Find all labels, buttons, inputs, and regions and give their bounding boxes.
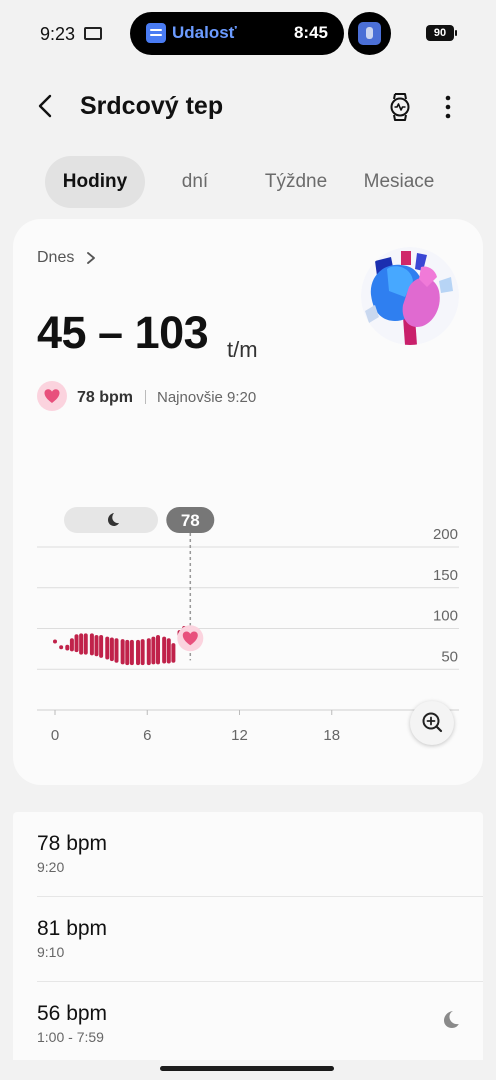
moon-icon	[444, 1011, 459, 1028]
heart-rate-unit: t/m	[227, 337, 258, 362]
heart-rate-range: 45 – 103	[37, 307, 209, 358]
tab-weeks[interactable]: Týždne	[250, 156, 342, 208]
divider	[145, 390, 146, 404]
home-indicator[interactable]	[160, 1066, 334, 1071]
x-tick-label: 18	[323, 727, 340, 744]
chevron-right-icon[interactable]	[85, 251, 97, 265]
chart-bar	[129, 639, 134, 666]
ticket-icon	[84, 27, 102, 40]
chart-bar	[120, 639, 125, 665]
zoom-button[interactable]	[410, 701, 454, 745]
latest-time: Najnovšie 9:20	[157, 389, 257, 406]
island-event-time: 8:45	[293, 23, 328, 42]
chart-bar	[140, 639, 145, 666]
watch-icon[interactable]	[386, 92, 414, 122]
chart-bar	[146, 638, 151, 666]
x-tick-label: 6	[143, 727, 151, 744]
heart-illustration	[361, 247, 459, 345]
chart-bar	[74, 634, 79, 653]
chart-bar	[65, 644, 70, 651]
latest-bpm: 78 bpm	[77, 389, 134, 406]
x-tick-label: 12	[231, 727, 248, 744]
tab-months[interactable]: Mesiace	[350, 156, 448, 208]
more-vertical-icon[interactable]	[436, 92, 460, 122]
list-item-bpm: 56 bpm	[37, 1002, 108, 1025]
y-tick-label: 50	[441, 648, 458, 665]
list-item[interactable]: 78 bpm 9:20	[13, 812, 483, 897]
period-tabs: Hodiny dní Týždne Mesiace	[0, 156, 496, 208]
calendar-icon	[146, 23, 166, 43]
chart-bar	[69, 638, 74, 652]
heart-icon	[37, 381, 67, 411]
chart-bar	[136, 639, 141, 666]
heart-rate-summary-card: Dnes 45 – 103 t/m 78 bpm Najnovšie 9:20 …	[13, 219, 483, 785]
y-tick-label: 100	[433, 608, 458, 625]
tab-hours[interactable]: Hodiny	[45, 156, 145, 208]
list-item-time: 9:10	[37, 944, 65, 960]
chart-bar	[114, 638, 119, 663]
list-item-time: 1:00 - 7:59	[37, 1029, 104, 1045]
chart-bar	[94, 635, 99, 657]
tab-days[interactable]: dní	[150, 156, 240, 208]
chart-bar	[83, 633, 88, 655]
app-header: Srdcový tep	[0, 80, 496, 136]
chart-bar	[105, 636, 110, 660]
x-tick-label: 0	[51, 727, 59, 744]
recorder-icon	[358, 22, 381, 45]
chart-bar	[79, 633, 84, 655]
chart-bar	[53, 639, 57, 644]
chart-bar	[125, 639, 130, 666]
period-selector[interactable]: Dnes	[37, 249, 74, 267]
page-title: Srdcový tep	[80, 92, 224, 120]
status-time: 9:23	[40, 24, 76, 44]
y-tick-label: 150	[433, 567, 458, 584]
list-item[interactable]: 56 bpm 1:00 - 7:59	[13, 982, 483, 1067]
chart-bar	[99, 635, 104, 658]
chart-bar	[59, 645, 64, 650]
dynamic-island-event[interactable]: Udalosť 8:45	[130, 12, 344, 55]
heart-rate-list: 78 bpm 9:20 81 bpm 9:10 56 bpm 1:00 - 7:…	[13, 812, 483, 1060]
list-item-time: 9:20	[37, 859, 65, 875]
chart-bar	[89, 633, 94, 656]
zoom-in-icon	[422, 712, 443, 733]
y-tick-label: 200	[433, 526, 458, 543]
island-event-label: Udalosť	[172, 23, 237, 42]
chart-bar	[109, 637, 114, 662]
chart-bar	[151, 636, 156, 665]
chart-bar	[162, 636, 167, 664]
list-item-bpm: 81 bpm	[37, 917, 108, 940]
chart-bar	[171, 643, 176, 663]
chevron-left-icon[interactable]	[32, 92, 60, 120]
dynamic-island-media[interactable]	[348, 12, 391, 55]
battery-indicator: 90	[426, 25, 457, 41]
list-item[interactable]: 81 bpm 9:10	[13, 897, 483, 982]
selected-value-label: 78	[181, 511, 200, 530]
list-item-bpm: 78 bpm	[37, 832, 108, 855]
chart-bar	[166, 638, 171, 664]
chart-bar	[156, 635, 161, 665]
status-bar: 9:23 Udalosť 8:45 90	[0, 0, 496, 68]
